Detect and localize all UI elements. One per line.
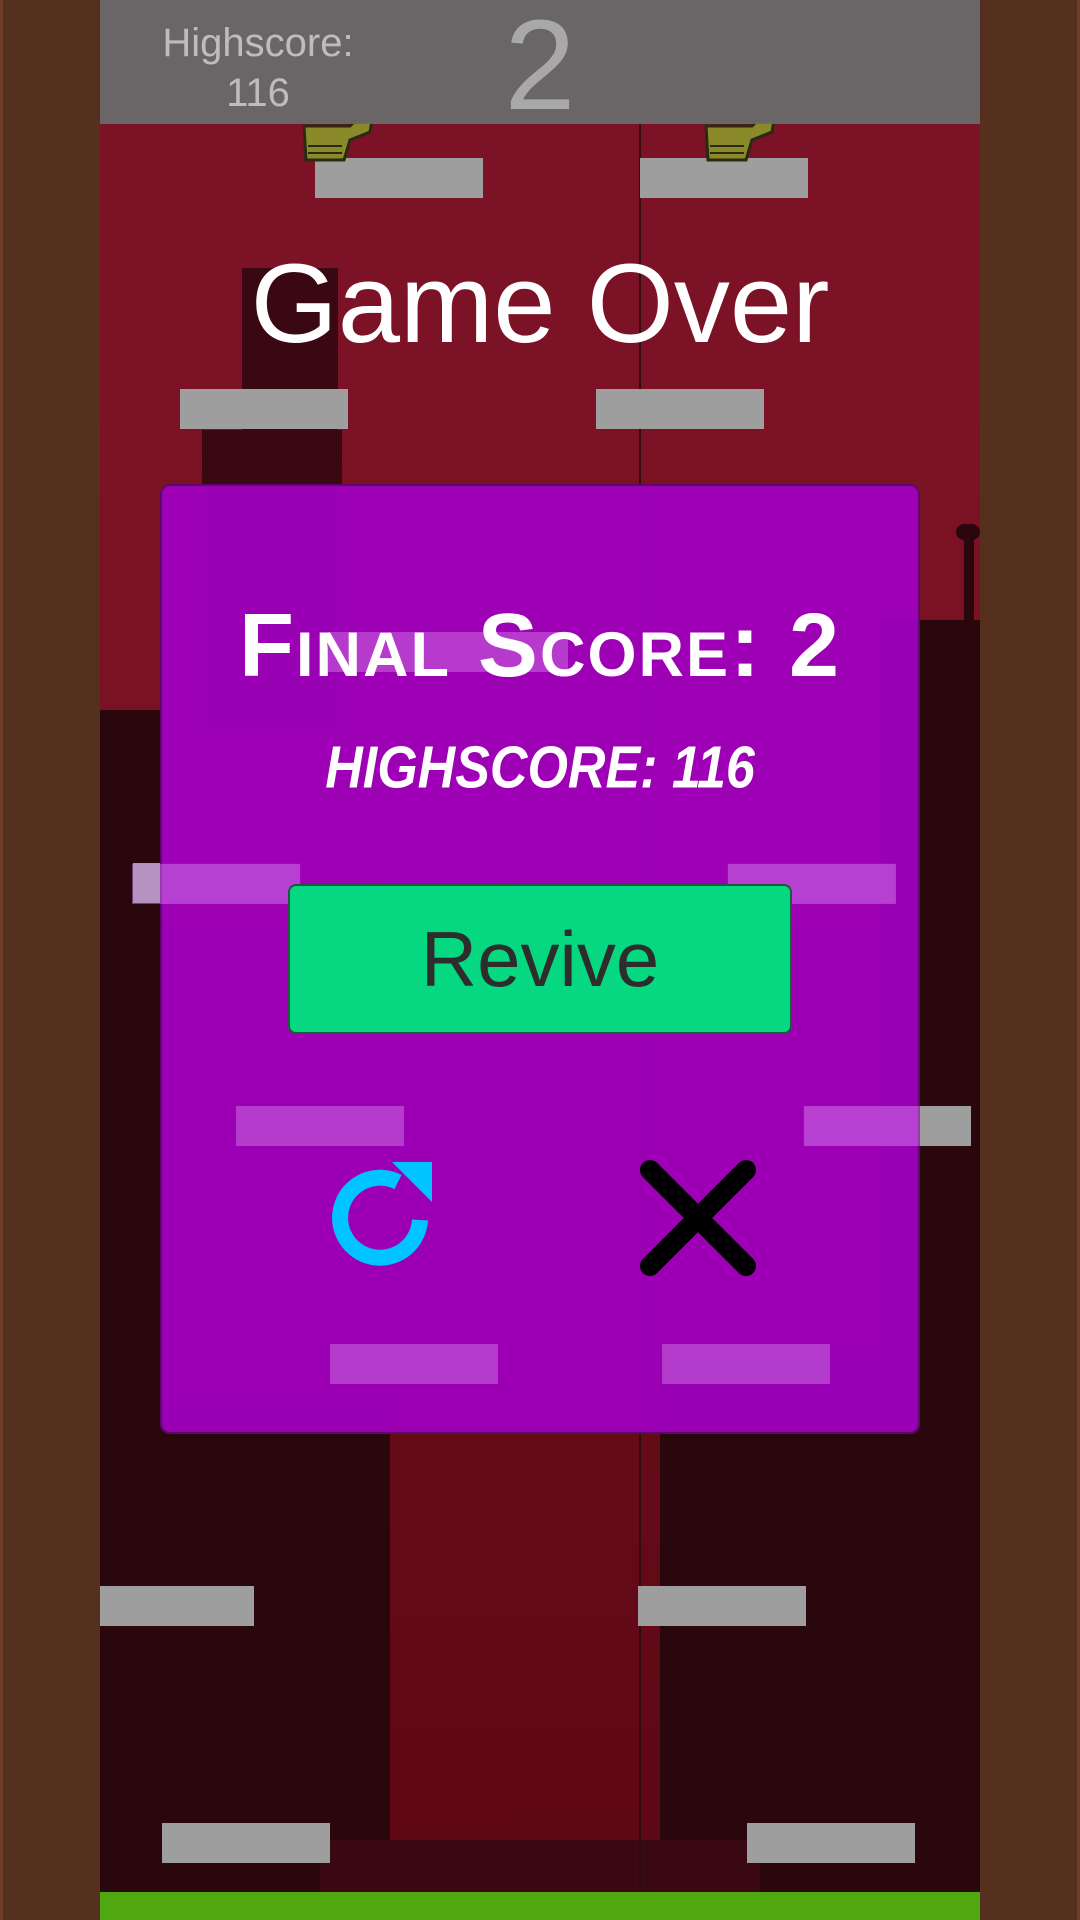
platform (180, 389, 348, 429)
platform (330, 1344, 498, 1384)
platform (804, 1106, 920, 1146)
platform (747, 1823, 915, 1863)
platform (236, 1106, 404, 1146)
current-score: 2 (504, 0, 576, 137)
close-button[interactable] (638, 1158, 758, 1278)
platform (100, 1586, 254, 1626)
restart-icon (322, 1158, 442, 1278)
antenna-silhouette (964, 530, 974, 630)
revive-button[interactable]: Revive (288, 884, 792, 1034)
game-screen: Highscore: 116 2 Game Over Final Score: … (0, 0, 1080, 1920)
platform (662, 1344, 830, 1384)
platform (638, 1586, 806, 1626)
antenna-silhouette (956, 524, 980, 540)
left-wall (0, 0, 100, 1920)
platform (162, 1823, 330, 1863)
game-over-title: Game Over (250, 241, 830, 366)
hud-bar: Highscore: 116 2 (100, 0, 980, 130)
ground-strip (100, 1892, 980, 1920)
restart-button[interactable] (322, 1158, 442, 1278)
building-silhouette (320, 1840, 760, 1900)
modal-highscore: HIGHSCORE: 116 (325, 734, 755, 802)
platform (596, 389, 764, 429)
final-score: Final Score: 2 (238, 596, 842, 696)
game-over-panel: Final Score: 2 HIGHSCORE: 116 Revive (132, 484, 920, 1434)
close-icon (638, 1158, 758, 1278)
right-wall (980, 0, 1080, 1920)
platform (132, 864, 300, 904)
